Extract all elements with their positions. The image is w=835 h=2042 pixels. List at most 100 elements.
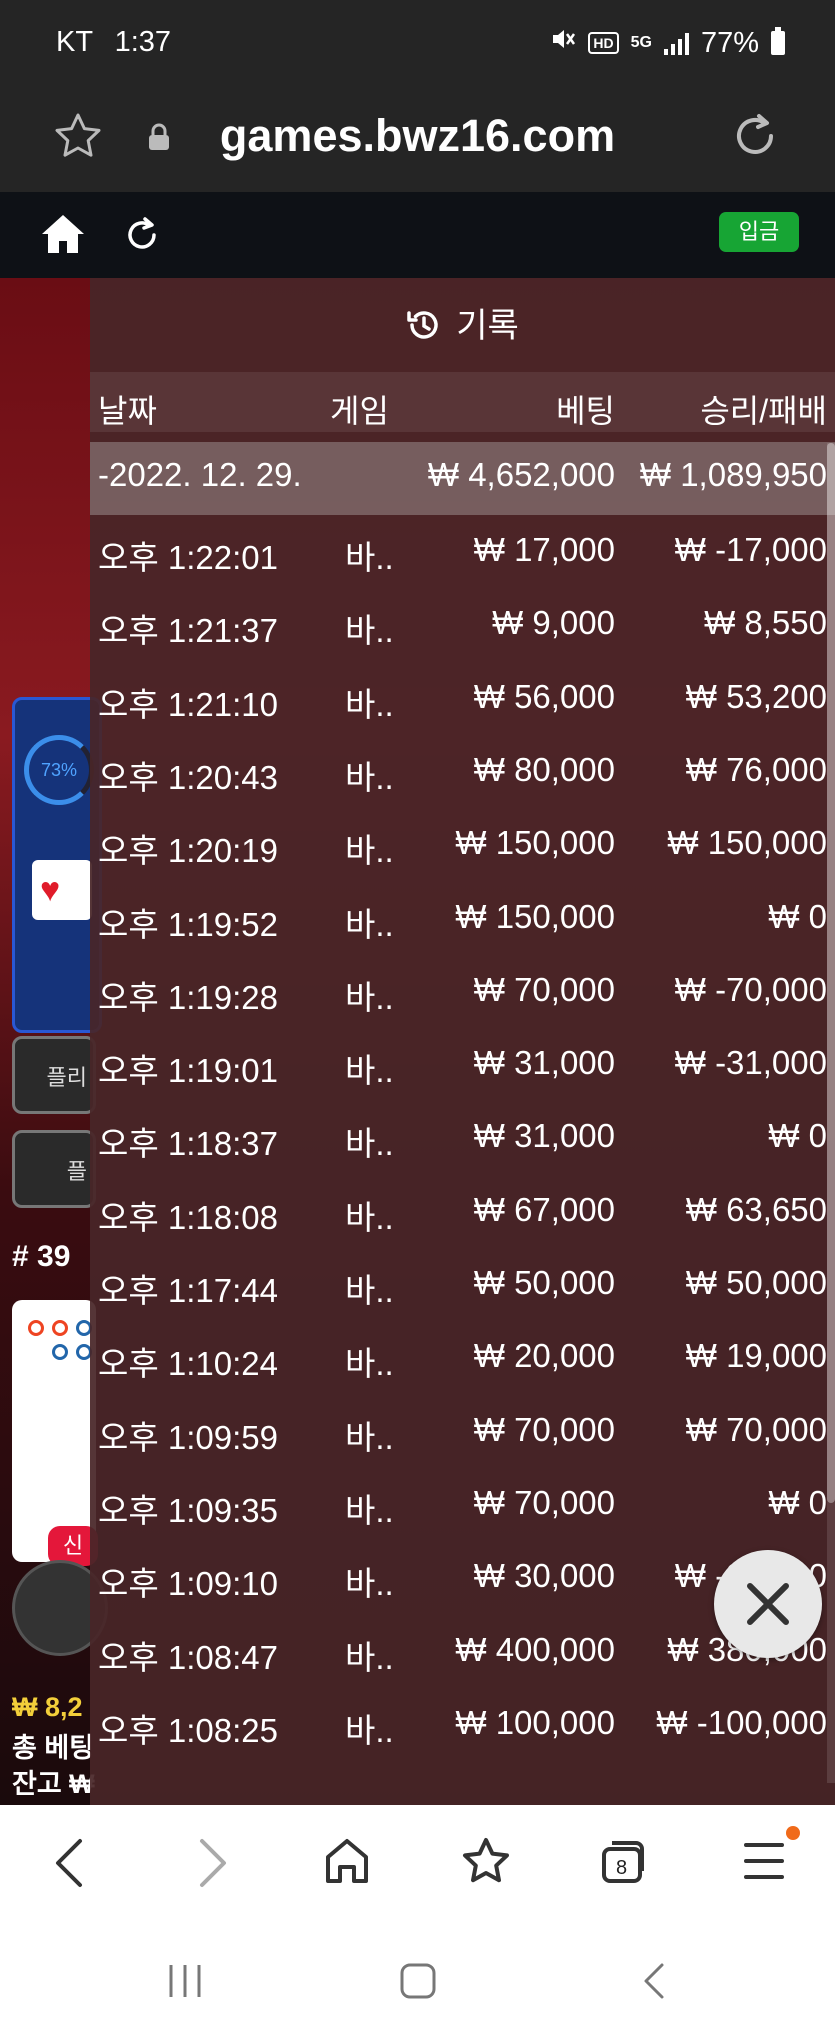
history-title: 기록 bbox=[90, 298, 835, 354]
carrier-label: KT bbox=[56, 26, 93, 58]
row-game: 바.. bbox=[345, 1198, 394, 1236]
row-time: 오후 1:19:52 bbox=[98, 905, 278, 943]
row-game: 바.. bbox=[345, 1565, 394, 1603]
history-row[interactable]: 오후 1:10:24 바.. ₩ 20,000 ₩ 19,000 bbox=[90, 1323, 835, 1396]
history-row[interactable]: 오후 1:08:25 바.. ₩ 100,000 ₩ -100,000 bbox=[90, 1690, 835, 1763]
site-header: 입금 bbox=[0, 192, 835, 278]
row-time: 오후 1:19:01 bbox=[98, 1052, 278, 1090]
row-bet: ₩ 400,000 bbox=[455, 1630, 615, 1668]
history-row[interactable]: 오후 1:22:01 바.. ₩ 17,000 ₩ -17,000 bbox=[90, 517, 835, 590]
row-bet: ₩ 17,000 bbox=[473, 531, 615, 568]
row-game: 바.. bbox=[345, 905, 394, 943]
balance-line: ₩ 8,2 bbox=[12, 1692, 83, 1722]
summary-row[interactable]: -2022. 12. 29. ₩ 4,652,000 ₩ 1,089,950 bbox=[90, 442, 835, 515]
row-time: 오후 1:18:37 bbox=[98, 1125, 278, 1163]
history-row[interactable]: 오후 1:17:44 바.. ₩ 50,000 ₩ 50,000 bbox=[90, 1250, 835, 1323]
row-bet: ₩ 9,000 bbox=[492, 604, 615, 642]
clock: 1:37 bbox=[114, 26, 172, 58]
browser-home-icon[interactable] bbox=[324, 1835, 370, 1892]
recent-apps-icon[interactable] bbox=[165, 1961, 205, 2006]
row-result: ₩ 0 bbox=[768, 1483, 827, 1521]
history-row[interactable]: 오후 1:19:52 바.. ₩ 150,000 ₩ 0 bbox=[90, 884, 835, 957]
scrollbar-thumb[interactable] bbox=[827, 443, 835, 1503]
history-row[interactable]: 오후 1:20:43 바.. ₩ 80,000 ₩ 76,000 bbox=[90, 737, 835, 810]
row-game: 바.. bbox=[345, 1638, 394, 1676]
row-result: ₩ -31,000 bbox=[674, 1044, 827, 1082]
back-arrow-icon[interactable] bbox=[50, 1835, 90, 1896]
refresh-icon[interactable] bbox=[124, 214, 160, 257]
row-result: ₩ -70,000 bbox=[674, 970, 827, 1008]
history-row[interactable]: 오후 1:21:37 바.. ₩ 9,000 ₩ 8,550 bbox=[90, 590, 835, 663]
row-game: 바.. bbox=[345, 1125, 394, 1163]
close-button[interactable] bbox=[714, 1550, 822, 1658]
partial-button-2[interactable]: 플 bbox=[12, 1130, 96, 1208]
system-nav-bar bbox=[0, 1925, 835, 2042]
history-row[interactable]: 오후 1:09:59 바.. ₩ 70,000 ₩ 70,000 bbox=[90, 1397, 835, 1470]
close-icon bbox=[747, 1583, 789, 1625]
status-bar: KT 1:37 HD 5G 77% bbox=[0, 0, 835, 88]
row-time: 오후 1:08:47 bbox=[98, 1638, 278, 1676]
signal-icon bbox=[663, 31, 689, 55]
row-time: 오후 1:09:35 bbox=[98, 1491, 278, 1529]
progress-ring: 73% bbox=[24, 735, 94, 805]
row-result: ₩ -17,000 bbox=[674, 531, 827, 568]
row-game: 바.. bbox=[345, 758, 394, 796]
browser-bottom-nav: 8 bbox=[0, 1805, 835, 1925]
battery-icon bbox=[771, 27, 785, 55]
row-bet: ₩ 100,000 bbox=[455, 1703, 615, 1741]
url-text[interactable]: games.bwz16.com bbox=[0, 110, 835, 162]
row-game: 바.. bbox=[345, 1272, 394, 1309]
row-result: ₩ 50,000 bbox=[685, 1264, 827, 1301]
row-bet: ₩ 150,000 bbox=[455, 897, 615, 935]
row-time: 오후 1:21:10 bbox=[98, 685, 278, 723]
row-result: ₩ 8,550 bbox=[704, 604, 827, 642]
system-home-icon[interactable] bbox=[398, 1961, 438, 2006]
summary-result: ₩ 1,089,950 bbox=[639, 456, 827, 493]
tabs-icon[interactable]: 8 bbox=[600, 1835, 648, 1892]
row-game: 바.. bbox=[345, 539, 394, 576]
status-left: KT 1:37 bbox=[56, 26, 171, 59]
row-bet: ₩ 31,000 bbox=[473, 1044, 615, 1082]
row-result: ₩ 19,000 bbox=[685, 1337, 827, 1375]
home-icon[interactable] bbox=[40, 212, 86, 261]
history-row[interactable]: 오후 1:19:28 바.. ₩ 70,000 ₩ -70,000 bbox=[90, 957, 835, 1030]
row-result: ₩ 0 bbox=[768, 897, 827, 935]
row-game: 바.. bbox=[345, 685, 394, 723]
row-game: 바.. bbox=[345, 1418, 394, 1456]
history-row[interactable]: 오후 1:19:01 바.. ₩ 31,000 ₩ -31,000 bbox=[90, 1030, 835, 1103]
row-time: 오후 1:09:10 bbox=[98, 1565, 278, 1603]
summary-date: -2022. 12. 29. bbox=[98, 456, 302, 493]
row-result: ₩ 63,650 bbox=[685, 1190, 827, 1228]
row-time: 오후 1:17:44 bbox=[98, 1272, 278, 1309]
row-time: 오후 1:10:24 bbox=[98, 1345, 278, 1383]
history-row[interactable]: 오후 1:09:35 바.. ₩ 70,000 ₩ 0 bbox=[90, 1470, 835, 1543]
row-result: ₩ 70,000 bbox=[685, 1410, 827, 1448]
system-back-icon[interactable] bbox=[640, 1961, 670, 2006]
history-row[interactable]: 오후 1:20:19 바.. ₩ 150,000 ₩ 150,000 bbox=[90, 810, 835, 883]
row-game: 바.. bbox=[345, 612, 394, 650]
row-game: 바.. bbox=[345, 832, 394, 870]
history-row[interactable]: 오후 1:21:10 바.. ₩ 56,000 ₩ 53,200 bbox=[90, 664, 835, 737]
forward-arrow-icon[interactable] bbox=[192, 1835, 232, 1896]
row-time: 오후 1:21:37 bbox=[98, 612, 278, 650]
row-bet: ₩ 30,000 bbox=[473, 1557, 615, 1595]
menu-icon[interactable] bbox=[742, 1835, 786, 1892]
row-result: ₩ 150,000 bbox=[667, 824, 827, 862]
row-time: 오후 1:09:59 bbox=[98, 1418, 278, 1456]
roadmap-board bbox=[12, 1300, 96, 1562]
reload-icon[interactable] bbox=[727, 108, 783, 169]
partial-button-1[interactable]: 플리 bbox=[12, 1036, 96, 1114]
history-row[interactable]: 오후 1:18:37 바.. ₩ 31,000 ₩ 0 bbox=[90, 1103, 835, 1176]
col-bet: 베팅 bbox=[556, 393, 615, 429]
col-date: 날짜 bbox=[98, 393, 157, 429]
row-bet: ₩ 20,000 bbox=[473, 1337, 615, 1375]
tab-count: 8 bbox=[616, 1857, 628, 1879]
history-row[interactable]: 오후 1:18:08 바.. ₩ 67,000 ₩ 63,650 bbox=[90, 1177, 835, 1250]
deposit-button[interactable]: 입금 bbox=[719, 212, 799, 252]
col-game: 게임 bbox=[330, 393, 389, 429]
bookmarks-star-icon[interactable] bbox=[460, 1835, 512, 1892]
battery-percent: 77% bbox=[700, 26, 759, 59]
row-bet: ₩ 80,000 bbox=[473, 750, 615, 788]
row-result: ₩ 0 bbox=[768, 1117, 827, 1155]
row-game: 바.. bbox=[345, 1052, 394, 1090]
